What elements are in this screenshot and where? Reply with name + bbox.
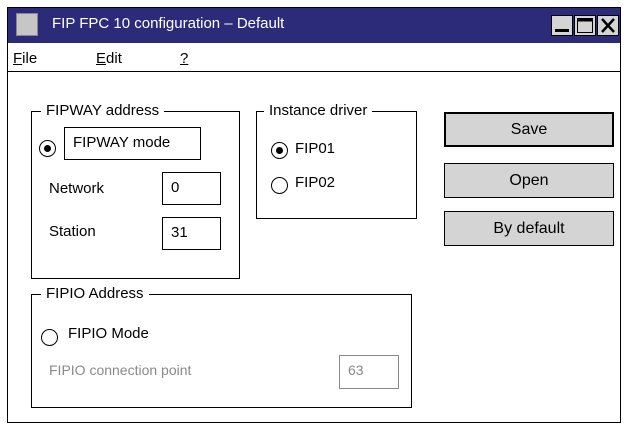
open-button[interactable]: Open: [444, 163, 614, 198]
network-label: Network: [49, 180, 105, 197]
network-field[interactable]: 0: [162, 172, 221, 205]
fip01-label[interactable]: FIP01: [295, 140, 335, 157]
instance-driver-group: Instance driver FIP01 FIP02: [256, 102, 417, 219]
close-icon: [601, 18, 615, 33]
menu-file[interactable]: File: [13, 50, 37, 67]
dialog-content: FIPWAY address FIPWAY mode Network 0 Sta…: [8, 72, 620, 422]
fipway-mode-label[interactable]: FIPWAY mode: [64, 127, 201, 160]
fipio-mode-label[interactable]: FIPIO Mode: [68, 325, 149, 342]
fip01-radio[interactable]: [271, 142, 288, 159]
save-button[interactable]: Save: [444, 112, 614, 147]
station-label: Station: [49, 223, 96, 240]
minimize-icon: [555, 29, 569, 32]
maximize-icon: [577, 18, 593, 33]
close-button[interactable]: [597, 15, 619, 36]
title-bar[interactable]: FIP FPC 10 configuration – Default: [8, 8, 620, 43]
menu-help[interactable]: ?: [180, 50, 188, 67]
fipio-connection-label: FIPIO connection point: [49, 362, 192, 378]
fipway-group-label: FIPWAY address: [41, 102, 165, 119]
minimize-button[interactable]: [551, 15, 573, 36]
configuration-window: FIP FPC 10 configuration – Default File …: [7, 7, 621, 423]
fipio-connection-field[interactable]: 63: [339, 355, 399, 389]
menu-bar: File Edit ?: [8, 43, 620, 72]
app-icon[interactable]: [16, 13, 38, 36]
fipio-group-label: FIPIO Address: [41, 285, 149, 302]
by-default-button[interactable]: By default: [444, 211, 614, 246]
fip02-label[interactable]: FIP02: [295, 174, 335, 191]
fipway-address-group: FIPWAY address FIPWAY mode Network 0 Sta…: [31, 102, 240, 279]
driver-group-label: Instance driver: [264, 102, 373, 119]
maximize-button[interactable]: [574, 15, 596, 36]
fip02-radio[interactable]: [271, 177, 288, 194]
station-field[interactable]: 31: [162, 217, 221, 250]
window-title: FIP FPC 10 configuration – Default: [52, 15, 285, 32]
fipio-address-group: FIPIO Address FIPIO Mode FIPIO connectio…: [31, 285, 412, 408]
fipio-mode-radio[interactable]: [41, 329, 58, 346]
fipway-mode-radio[interactable]: [39, 140, 56, 157]
menu-edit[interactable]: Edit: [96, 50, 122, 67]
